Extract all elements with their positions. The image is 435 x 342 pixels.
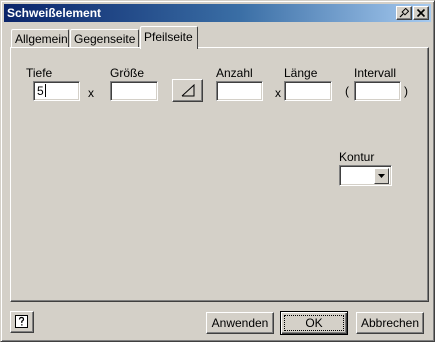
- help-icon: [15, 315, 28, 328]
- apply-label: Anwenden: [211, 316, 269, 330]
- chevron-down-icon: [378, 174, 385, 178]
- kontur-dropdown[interactable]: [339, 165, 392, 186]
- dialog-window: Schweißelement Allgemein Gegenseite Pfei…: [0, 0, 435, 342]
- help-button[interactable]: [10, 311, 34, 333]
- groesse-label: Größe: [110, 66, 145, 80]
- kontur-label: Kontur: [339, 150, 375, 164]
- pin-icon: [399, 8, 409, 18]
- paren-open: (: [345, 84, 349, 98]
- laenge-label: Länge: [284, 66, 318, 80]
- ok-button[interactable]: OK: [280, 311, 348, 335]
- cancel-button[interactable]: Abbrechen: [356, 312, 424, 334]
- focus-rectangle: [284, 315, 344, 331]
- anzahl-label: Anzahl: [216, 66, 253, 80]
- intervall-input[interactable]: [354, 81, 401, 101]
- pin-button[interactable]: [396, 6, 412, 20]
- tab-pfeilseite-label: Pfeilseite: [144, 30, 193, 44]
- paren-close: ): [404, 84, 408, 98]
- tiefe-input[interactable]: 5: [33, 81, 80, 101]
- kontur-dropdown-button[interactable]: [374, 168, 389, 184]
- title-bar[interactable]: Schweißelement: [4, 4, 431, 22]
- laenge-input[interactable]: [284, 81, 332, 101]
- fillet-weld-symbol-icon: [181, 84, 195, 97]
- window-title: Schweißelement: [7, 6, 102, 20]
- tab-allgemein-label: Allgemein: [15, 32, 68, 46]
- tiefe-label: Tiefe: [26, 66, 53, 80]
- text-caret: [44, 84, 46, 97]
- cancel-label: Abbrechen: [360, 316, 420, 330]
- groesse-input[interactable]: [110, 81, 158, 101]
- times-sign-1: x: [88, 86, 94, 100]
- close-icon: [416, 8, 426, 18]
- apply-button[interactable]: Anwenden: [206, 312, 274, 334]
- tiefe-value: 5: [37, 84, 44, 98]
- tab-gegenseite-label: Gegenseite: [74, 32, 136, 46]
- tab-gegenseite[interactable]: Gegenseite: [70, 29, 139, 48]
- close-button[interactable]: [413, 6, 429, 20]
- contour-symbol-button[interactable]: [172, 79, 203, 102]
- times-sign-2: x: [275, 86, 281, 100]
- intervall-label: Intervall: [354, 66, 397, 80]
- anzahl-input[interactable]: [216, 81, 263, 101]
- tab-pfeilseite[interactable]: Pfeilseite: [140, 26, 198, 49]
- tab-allgemein[interactable]: Allgemein: [11, 29, 69, 48]
